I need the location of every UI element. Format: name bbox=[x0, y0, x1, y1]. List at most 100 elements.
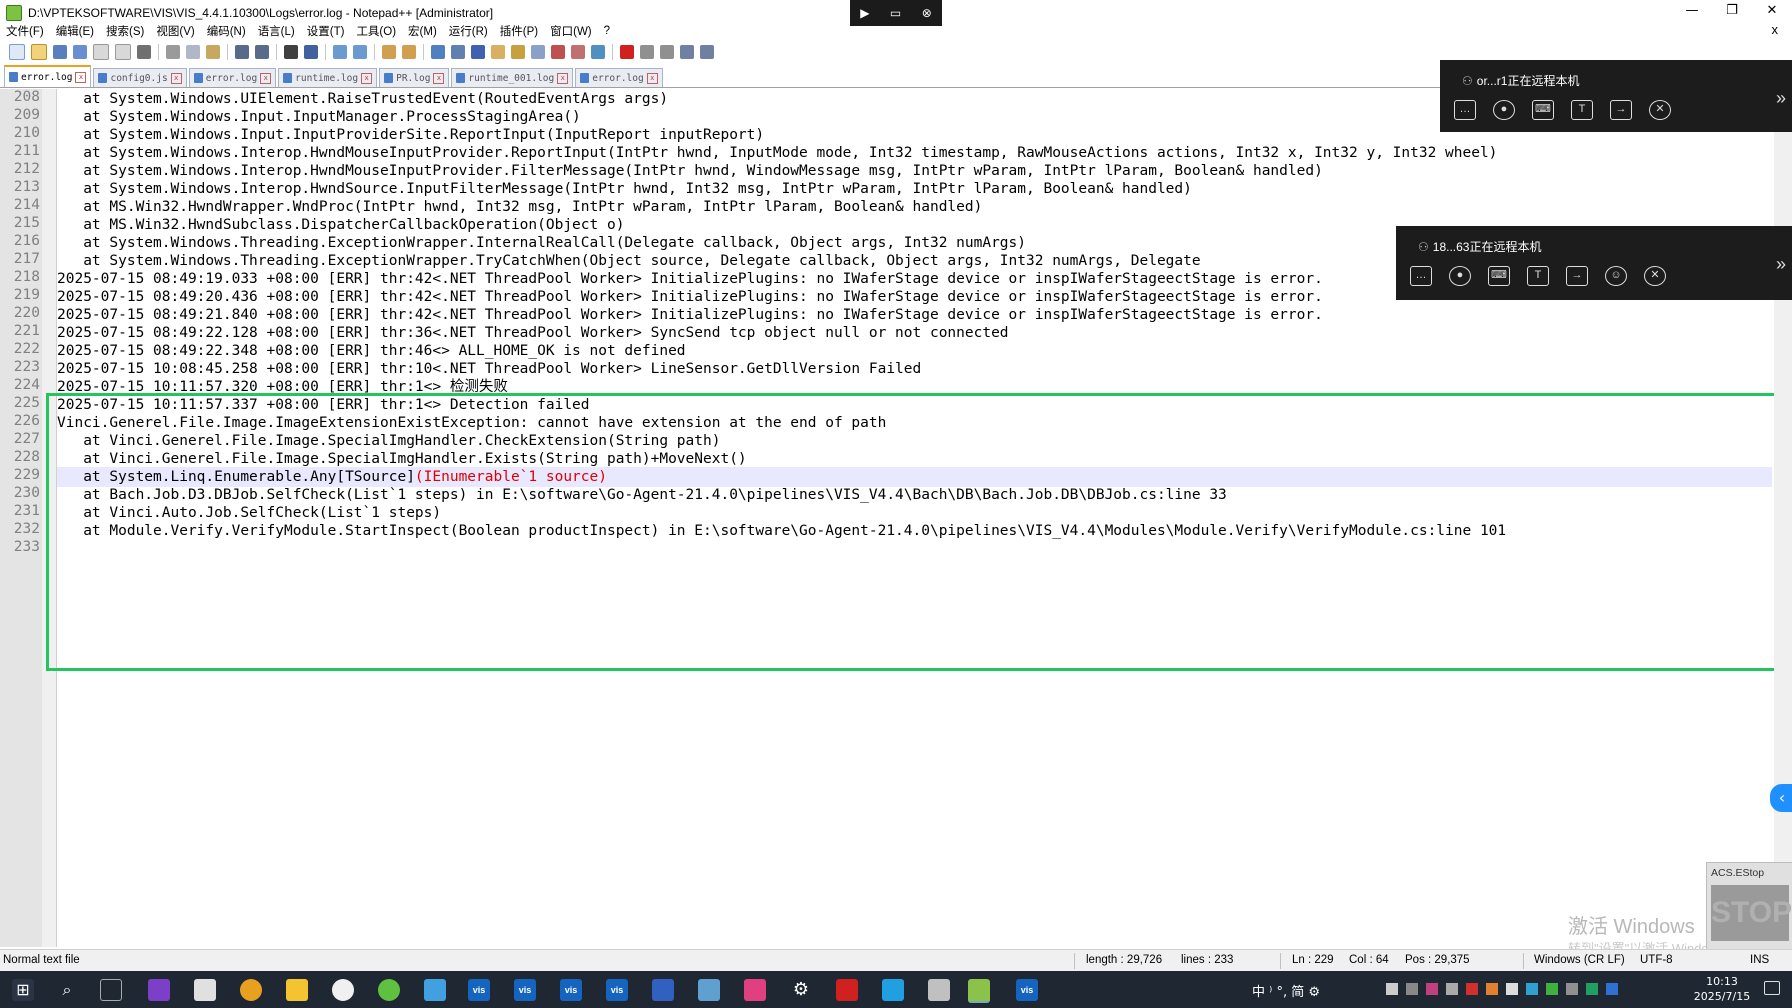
record-macro-icon[interactable] bbox=[620, 45, 634, 59]
menu-encoding[interactable]: 编码(N) bbox=[201, 23, 252, 39]
cut-icon[interactable] bbox=[166, 45, 180, 59]
status-eol[interactable]: Windows (CR LF) bbox=[1534, 954, 1625, 966]
menu-window[interactable]: 窗口(W) bbox=[544, 23, 598, 39]
green-app-icon[interactable] bbox=[378, 979, 400, 1001]
side-panel-toggle-icon[interactable]: ‹ bbox=[1770, 784, 1792, 812]
udl-icon[interactable] bbox=[491, 45, 505, 59]
file-transfer-icon[interactable]: → bbox=[1610, 100, 1632, 120]
play-macro-icon[interactable] bbox=[660, 45, 674, 59]
code-line[interactable]: 2025-07-15 08:49:19.033 +08:00 [ERR] thr… bbox=[57, 269, 1323, 289]
keyboard-icon[interactable]: ⌨ bbox=[1488, 266, 1510, 286]
close-all-icon[interactable] bbox=[115, 44, 131, 60]
code-line[interactable]: Vinci.Generel.File.Image.ImageExtensionE… bbox=[57, 413, 886, 433]
zoom-in-icon[interactable] bbox=[333, 45, 347, 59]
save-all-icon[interactable] bbox=[73, 45, 87, 59]
text-icon[interactable]: T bbox=[1527, 266, 1549, 286]
code-line[interactable]: at System.Windows.Threading.ExceptionWra… bbox=[57, 233, 1026, 253]
replace-icon[interactable] bbox=[304, 45, 318, 59]
paste-icon[interactable] bbox=[206, 45, 220, 59]
tab-close-icon[interactable]: x bbox=[75, 71, 87, 83]
chat-icon[interactable]: … bbox=[1454, 100, 1476, 120]
vis-app-icon[interactable]: vis bbox=[560, 979, 582, 1001]
menu-language[interactable]: 语言(L) bbox=[252, 23, 301, 39]
sync-vertical-icon[interactable] bbox=[382, 45, 396, 59]
code-line[interactable]: at MS.Win32.HwndSubclass.DispatcherCallb… bbox=[57, 215, 624, 235]
menu-edit[interactable]: 编辑(E) bbox=[50, 23, 100, 39]
menu-tools[interactable]: 工具(O) bbox=[350, 23, 402, 39]
tray-icon[interactable] bbox=[1566, 983, 1578, 995]
ime-tray[interactable]: 中 ⁾ °, 简 ⚙ bbox=[1252, 981, 1320, 1000]
code-line[interactable]: 2025-07-15 08:49:21.840 +08:00 [ERR] thr… bbox=[57, 305, 1323, 325]
vis-app-icon[interactable]: vis bbox=[606, 979, 628, 1001]
tab-close-icon[interactable]: x bbox=[433, 72, 445, 84]
tab-close-icon[interactable]: x bbox=[170, 72, 182, 84]
status-encoding[interactable]: UTF-8 bbox=[1640, 954, 1673, 966]
save-icon[interactable] bbox=[53, 45, 67, 59]
remote-screen-icon[interactable]: ▭ bbox=[890, 6, 901, 20]
menu-run[interactable]: 运行(R) bbox=[443, 23, 494, 39]
tab-close-icon[interactable]: x bbox=[361, 72, 373, 84]
tab-error-log[interactable]: error.log x bbox=[4, 65, 92, 87]
new-file-icon[interactable] bbox=[9, 44, 25, 60]
code-line[interactable]: at System.Windows.Interop.HwndMouseInput… bbox=[57, 143, 1497, 163]
zoom-out-icon[interactable] bbox=[353, 45, 367, 59]
disconnect-icon[interactable]: ✕ bbox=[1644, 266, 1666, 286]
code-line[interactable]: at Bach.Job.D3.DBJob.SelfCheck(List`1 st… bbox=[57, 485, 1227, 505]
close-document-button[interactable]: x bbox=[1766, 22, 1785, 37]
code-line[interactable]: 2025-07-15 10:11:57.320 +08:00 [ERR] thr… bbox=[57, 377, 508, 397]
code-line[interactable]: at System.Linq.Enumerable.Any[TSource](I… bbox=[57, 467, 607, 487]
microphone-icon[interactable]: ● bbox=[1493, 100, 1515, 120]
redo-icon[interactable] bbox=[255, 45, 269, 59]
open-file-icon[interactable] bbox=[31, 44, 47, 60]
code-line[interactable]: at Vinci.Auto.Job.SelfCheck(List`1 steps… bbox=[57, 503, 441, 523]
code-line[interactable]: 2025-07-15 10:11:57.337 +08:00 [ERR] thr… bbox=[57, 395, 590, 415]
tray-icon[interactable] bbox=[1586, 983, 1598, 995]
start-windows-icon[interactable]: ⊞ bbox=[12, 979, 34, 1001]
file-explorer-icon[interactable] bbox=[286, 979, 308, 1001]
tray-icon[interactable] bbox=[1406, 983, 1418, 995]
remote-desktop-icon[interactable] bbox=[652, 979, 674, 1001]
bluetooth-icon[interactable] bbox=[1606, 983, 1618, 995]
code-line[interactable]: at MS.Win32.HwndWrapper.WndProc(IntPtr h… bbox=[57, 197, 982, 217]
tray-icon[interactable] bbox=[1526, 983, 1538, 995]
monitoring-icon[interactable] bbox=[591, 45, 605, 59]
code-line[interactable]: at System.Windows.Threading.ExceptionWra… bbox=[57, 251, 1200, 271]
doc-map-icon[interactable] bbox=[511, 45, 525, 59]
user-icon[interactable]: ☺ bbox=[1605, 266, 1627, 286]
menu-plugins[interactable]: 插件(P) bbox=[494, 23, 544, 39]
pdf-icon[interactable] bbox=[836, 979, 858, 1001]
stop-macro-icon[interactable] bbox=[640, 45, 654, 59]
code-line[interactable]: 2025-07-15 08:49:20.436 +08:00 [ERR] thr… bbox=[57, 287, 1323, 307]
undo-icon[interactable] bbox=[235, 45, 249, 59]
close-file-icon[interactable] bbox=[93, 44, 109, 60]
code-text[interactable]: at System.Windows.UIElement.RaiseTrusted… bbox=[57, 89, 1792, 947]
vertical-scrollbar[interactable] bbox=[1774, 89, 1792, 949]
tray-icon[interactable] bbox=[1466, 983, 1478, 995]
tab-close-icon[interactable]: x bbox=[646, 72, 658, 84]
code-line[interactable]: at Vinci.Generel.File.Image.SpecialImgHa… bbox=[57, 449, 746, 469]
app-icon[interactable] bbox=[698, 979, 720, 1001]
text-icon[interactable]: T bbox=[1571, 100, 1593, 120]
app-icon[interactable] bbox=[882, 979, 904, 1001]
code-line[interactable]: 2025-07-15 08:49:22.128 +08:00 [ERR] thr… bbox=[57, 323, 1009, 343]
clock[interactable]: 10:13 2025/7/15 bbox=[1690, 974, 1754, 1004]
tab-runtime-001-log[interactable]: runtime_001.log x bbox=[451, 68, 574, 87]
tab-pr-log[interactable]: PR.log x bbox=[379, 68, 450, 87]
expand-panel-icon[interactable]: » bbox=[1776, 254, 1786, 275]
tab-close-icon[interactable]: x bbox=[260, 72, 272, 84]
chat-icon[interactable]: … bbox=[1410, 266, 1432, 286]
remote-play-icon[interactable]: ▶ bbox=[860, 6, 869, 20]
tab-close-icon[interactable]: x bbox=[557, 72, 569, 84]
microphone-icon[interactable]: ● bbox=[1449, 266, 1471, 286]
app-icon[interactable] bbox=[194, 979, 216, 1001]
menu-settings[interactable]: 设置(T) bbox=[301, 23, 351, 39]
save-macro-icon[interactable] bbox=[700, 45, 714, 59]
tray-icon[interactable] bbox=[1506, 983, 1518, 995]
disconnect-icon[interactable]: ✕ bbox=[1649, 100, 1671, 120]
acs-estop-widget[interactable]: ACS.EStop STOP bbox=[1706, 862, 1792, 950]
app-icon[interactable] bbox=[928, 979, 950, 1001]
chrome-icon[interactable] bbox=[240, 979, 262, 1001]
editor-area[interactable]: 208 209 210 211 212 213 214 215 216 217 218 219 220 2… bbox=[0, 89, 1792, 947]
close-button[interactable]: ✕ bbox=[1752, 0, 1792, 22]
file-transfer-icon[interactable]: → bbox=[1566, 266, 1588, 286]
